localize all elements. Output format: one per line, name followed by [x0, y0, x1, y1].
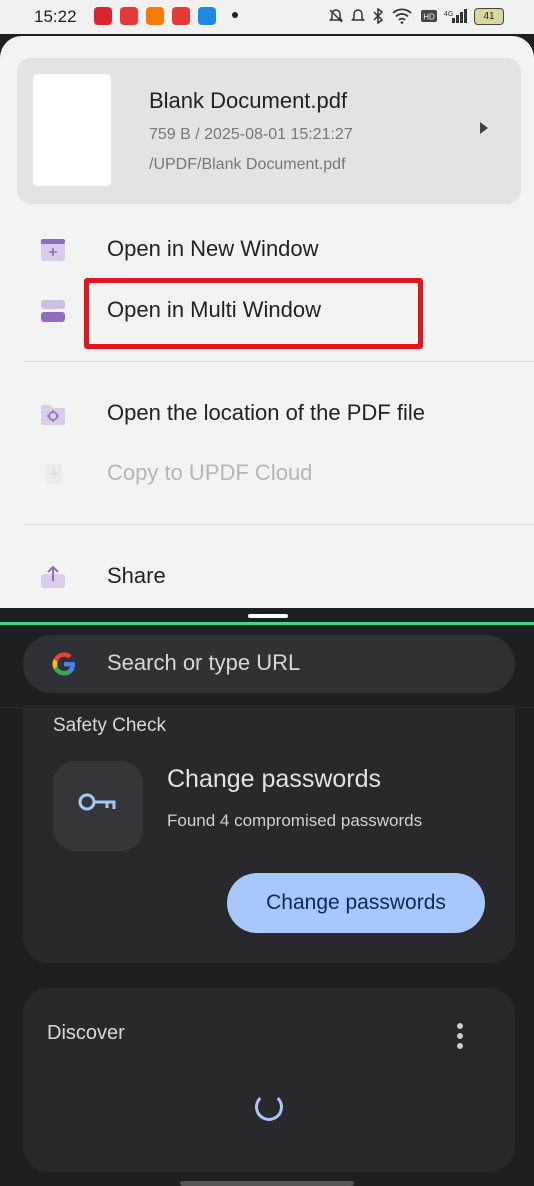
status-time: 15:22	[34, 7, 77, 26]
safety-check-title: Safety Check	[53, 715, 166, 736]
change-passwords-button[interactable]: Change passwords	[227, 873, 485, 933]
loading-spinner-icon	[255, 1093, 283, 1121]
svg-text:HD: HD	[423, 13, 435, 22]
file-card[interactable]: Blank Document.pdf 759 B / 2025-08-01 15…	[17, 58, 521, 204]
menu-label: Share	[107, 563, 166, 588]
chevron-right-icon[interactable]	[480, 122, 488, 134]
status-bar: 15:22 HD 4G 41	[0, 0, 534, 34]
menu-label: Open the location of the PDF file	[107, 400, 425, 425]
menu-label: Open in New Window	[107, 236, 319, 261]
discover-title: Discover	[47, 1022, 125, 1044]
cloud-copy-icon	[46, 464, 62, 484]
notifications-off-icon	[328, 8, 344, 28]
change-passwords-heading: Change passwords	[167, 765, 382, 793]
google-icon	[52, 652, 75, 676]
key-icon	[78, 793, 116, 811]
4g-signal-icon: 4G	[444, 8, 468, 28]
menu-item-share[interactable]: Share	[0, 549, 534, 605]
app-notification-icon	[94, 7, 112, 25]
app-notification-icon	[120, 7, 138, 25]
app-notification-icon	[198, 7, 216, 25]
more-options-icon[interactable]	[457, 1023, 465, 1049]
search-placeholder: Search or type URL	[107, 650, 301, 675]
bluetooth-icon	[372, 7, 384, 28]
menu-item-copy-to-cloud[interactable]: Copy to UPDF Cloud	[0, 446, 534, 502]
file-path: /UPDF/Blank Document.pdf	[149, 156, 346, 173]
folder-location-icon	[41, 405, 65, 425]
search-input[interactable]: Search or type URL	[23, 635, 515, 693]
browser-window: Search or type URL Safety Check Change p…	[0, 625, 534, 1186]
key-icon-tile	[53, 761, 143, 851]
app-notification-icon	[146, 7, 164, 25]
file-meta: 759 B / 2025-08-01 15:21:27	[149, 126, 353, 143]
hd-icon: HD	[420, 8, 438, 28]
menu-divider	[24, 361, 534, 362]
home-indicator[interactable]	[180, 1181, 354, 1186]
battery-indicator: 41	[474, 8, 504, 25]
discover-card: Discover	[23, 988, 515, 1172]
safety-check-card: Safety Check Change passwords Found 4 co…	[23, 705, 515, 963]
more-notifications-dot	[232, 12, 238, 18]
menu-label: Copy to UPDF Cloud	[107, 460, 313, 485]
svg-text:4G: 4G	[444, 11, 453, 18]
split-handle[interactable]	[248, 614, 288, 618]
compromised-passwords-text: Found 4 compromised passwords	[167, 811, 423, 830]
highlight-box	[84, 278, 423, 349]
app-notification-icon	[172, 7, 190, 25]
silent-icon	[350, 8, 366, 28]
menu-item-open-new-window[interactable]: Open in New Window	[0, 222, 534, 278]
menu-item-open-location[interactable]: Open the location of the PDF file	[0, 386, 534, 442]
new-window-icon	[41, 239, 65, 261]
menu-divider	[24, 524, 534, 525]
wifi-icon	[392, 8, 412, 28]
pdf-thumbnail	[33, 74, 111, 186]
multi-window-icon	[41, 300, 65, 322]
share-icon	[41, 565, 65, 588]
file-name: Blank Document.pdf	[149, 88, 348, 113]
